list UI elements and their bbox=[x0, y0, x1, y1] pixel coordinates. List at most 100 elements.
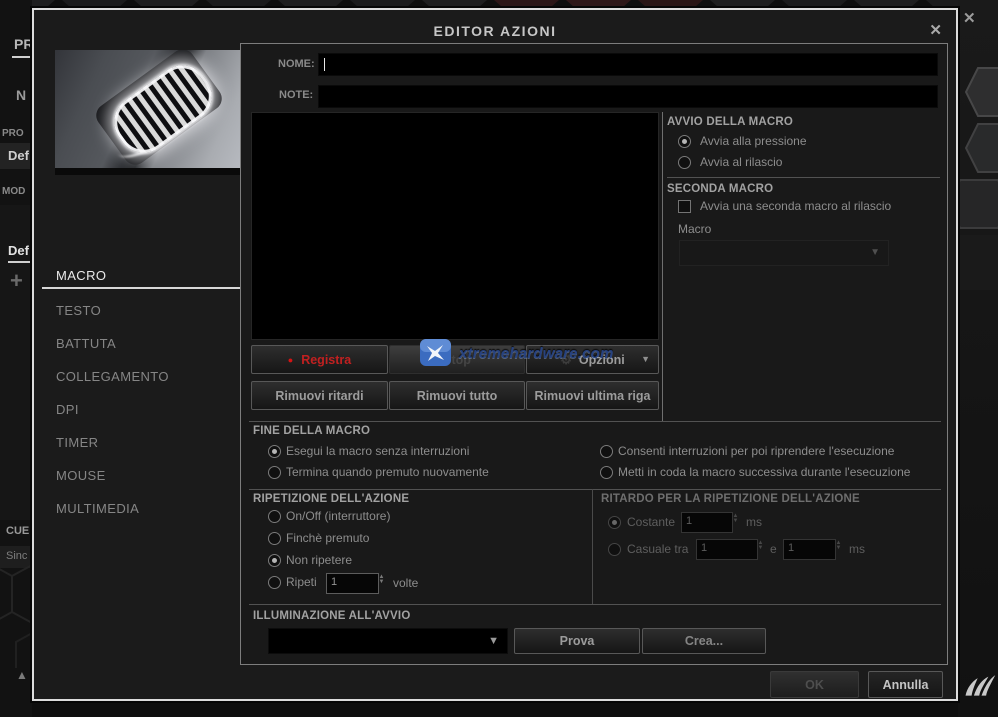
mode-underline bbox=[8, 261, 32, 263]
repeat-delay-title: RITARDO PER LA RIPETIZIONE DELL'AZIONE bbox=[601, 493, 860, 505]
second-macro-checkbox-label[interactable]: Avvia una seconda macro al rilascio bbox=[700, 199, 891, 213]
record-button-label: Registra bbox=[301, 353, 351, 367]
radio-queue-next[interactable] bbox=[600, 466, 613, 479]
repetition-title: RIPETIZIONE DELL'AZIONE bbox=[253, 493, 409, 505]
sidebar-item-collegamento[interactable]: COLLEGAMENTO bbox=[56, 369, 169, 384]
repeat-count-stepper[interactable]: ▲ ▼ bbox=[377, 575, 386, 585]
dialog-title: EDITOR AZIONI bbox=[34, 23, 956, 39]
constant-delay-unit: ms bbox=[746, 515, 762, 529]
add-mode-button-fragment[interactable]: + bbox=[10, 268, 32, 294]
radio-end-on-repress[interactable] bbox=[268, 466, 281, 479]
divider bbox=[662, 112, 663, 421]
sidebar-item-battuta[interactable]: BATTUTA bbox=[56, 336, 116, 351]
repeat-count-input[interactable]: 1 bbox=[326, 573, 379, 594]
test-lighting-button[interactable]: Prova bbox=[514, 628, 640, 654]
macro-end-title: FINE DELLA MACRO bbox=[253, 425, 370, 437]
divider bbox=[667, 177, 940, 178]
text-caret bbox=[324, 58, 325, 71]
editor-panel: NOME: NOTE: AVVIO DELLA MACRO Avvia alla… bbox=[240, 43, 948, 665]
options-button[interactable]: ⚙ Opzioni ▼ bbox=[526, 345, 659, 374]
radio-repeat-times[interactable] bbox=[268, 576, 281, 589]
dialog-close-icon[interactable]: ✕ bbox=[929, 21, 942, 39]
radio-allow-interrupt-label[interactable]: Consenti interruzioni per poi riprendere… bbox=[618, 444, 894, 458]
remove-last-row-button[interactable]: Rimuovi ultima riga bbox=[526, 381, 659, 410]
corsair-logo-icon bbox=[964, 670, 996, 700]
radio-no-repeat[interactable] bbox=[268, 554, 281, 567]
divider bbox=[249, 604, 941, 605]
name-label: NOME: bbox=[278, 58, 315, 70]
ok-button: OK bbox=[770, 671, 859, 698]
macro-event-list[interactable] bbox=[251, 112, 659, 340]
hex-pattern-top bbox=[0, 0, 998, 8]
cue-label-fragment: CUE bbox=[6, 525, 32, 537]
stepper-down-icon: ▼ bbox=[733, 519, 739, 524]
constant-delay-stepper: ▲ ▼ bbox=[731, 514, 740, 524]
sidebar-item-macro[interactable]: MACRO bbox=[56, 268, 106, 283]
divider bbox=[249, 421, 941, 422]
chevron-down-icon: ▼ bbox=[488, 635, 499, 647]
nav-fragment-n[interactable]: N bbox=[16, 87, 32, 103]
random-delay-to-input: 1 bbox=[783, 539, 836, 560]
radio-random-delay bbox=[608, 543, 621, 556]
sidebar-item-multimedia[interactable]: MULTIMEDIA bbox=[56, 501, 139, 516]
chevron-down-icon: ▼ bbox=[870, 247, 880, 258]
sidebar-item-timer[interactable]: TIMER bbox=[56, 435, 98, 450]
radio-onoff-label[interactable]: On/Off (interruttore) bbox=[286, 509, 390, 523]
radio-end-on-repress-label[interactable]: Termina quando premuto nuovamente bbox=[286, 465, 489, 479]
cancel-button[interactable]: Annulla bbox=[868, 671, 943, 698]
radio-constant-delay-label: Costante bbox=[627, 515, 675, 529]
lighting-dropdown[interactable]: ▼ bbox=[268, 628, 508, 654]
radio-start-on-release-label[interactable]: Avvia al rilascio bbox=[700, 155, 782, 169]
stepper-down-icon: ▼ bbox=[836, 546, 842, 551]
chevron-down-icon: ▼ bbox=[641, 354, 650, 364]
random-delay-and-label: e bbox=[770, 542, 777, 556]
stop-button-label: Stop bbox=[443, 353, 471, 367]
mod-label-fragment: MOD bbox=[2, 186, 32, 197]
create-lighting-button[interactable]: Crea... bbox=[642, 628, 766, 654]
radio-start-on-release[interactable] bbox=[678, 156, 691, 169]
gear-icon: ⚙ bbox=[560, 352, 572, 368]
radio-run-uninterrupted[interactable] bbox=[268, 445, 281, 458]
stepper-down-icon[interactable]: ▼ bbox=[379, 580, 385, 585]
sidebar-item-testo[interactable]: TESTO bbox=[56, 303, 101, 318]
record-button[interactable]: ● Registra bbox=[251, 345, 388, 374]
radio-while-pressed[interactable] bbox=[268, 532, 281, 545]
radio-run-uninterrupted-label[interactable]: Esegui la macro senza interruzioni bbox=[286, 444, 469, 458]
notes-label: NOTE: bbox=[279, 89, 313, 101]
macro-editor-dialog: EDITOR AZIONI ✕ MACRO TESTO BATTUTA COLL… bbox=[32, 8, 958, 701]
radio-while-pressed-label[interactable]: Finchè premuto bbox=[286, 531, 369, 545]
radio-no-repeat-label[interactable]: Non ripetere bbox=[286, 553, 352, 567]
second-macro-checkbox[interactable] bbox=[678, 200, 691, 213]
random-delay-from-input: 1 bbox=[696, 539, 758, 560]
divider bbox=[249, 489, 941, 490]
name-input[interactable] bbox=[318, 53, 938, 76]
constant-delay-input: 1 bbox=[681, 512, 733, 533]
remove-delays-button[interactable]: Rimuovi ritardi bbox=[251, 381, 388, 410]
remove-all-button[interactable]: Rimuovi tutto bbox=[389, 381, 525, 410]
repeat-suffix-label: volte bbox=[393, 576, 418, 590]
radio-onoff[interactable] bbox=[268, 510, 281, 523]
mode-value-fragment[interactable]: Def bbox=[8, 243, 32, 258]
second-macro-label: Macro bbox=[678, 222, 711, 236]
options-button-label: Opzioni bbox=[579, 353, 625, 367]
second-macro-dropdown[interactable]: ▼ bbox=[679, 240, 889, 266]
pro-label-fragment: PRO bbox=[2, 128, 32, 139]
tab-profili-fragment[interactable]: PR bbox=[14, 36, 32, 52]
radio-start-on-press-label[interactable]: Avvia alla pressione bbox=[700, 134, 807, 148]
scroll-up-arrow[interactable]: ▲ bbox=[16, 668, 32, 682]
radio-allow-interrupt[interactable] bbox=[600, 445, 613, 458]
sidebar-item-dpi[interactable]: DPI bbox=[56, 402, 79, 417]
radio-start-on-press[interactable] bbox=[678, 135, 691, 148]
screen: PR N PRO Def MOD Def + CUE Sinc ▲ ✕ EDIT… bbox=[0, 0, 998, 717]
sidebar-item-mouse[interactable]: MOUSE bbox=[56, 468, 106, 483]
radio-queue-next-label[interactable]: Metti in coda la macro successiva durant… bbox=[618, 465, 910, 479]
notes-input[interactable] bbox=[318, 85, 938, 108]
profile-value-fragment: Def bbox=[8, 148, 32, 163]
app-close-icon[interactable]: ✕ bbox=[963, 9, 981, 27]
tab-underline bbox=[12, 56, 32, 58]
random-delay-unit: ms bbox=[849, 542, 865, 556]
radio-random-delay-label: Casuale tra bbox=[627, 542, 688, 556]
random-delay-from-stepper: ▲ ▼ bbox=[756, 541, 765, 551]
stop-button: Stop bbox=[389, 345, 525, 374]
radio-repeat-times-label[interactable]: Ripeti bbox=[286, 575, 317, 589]
